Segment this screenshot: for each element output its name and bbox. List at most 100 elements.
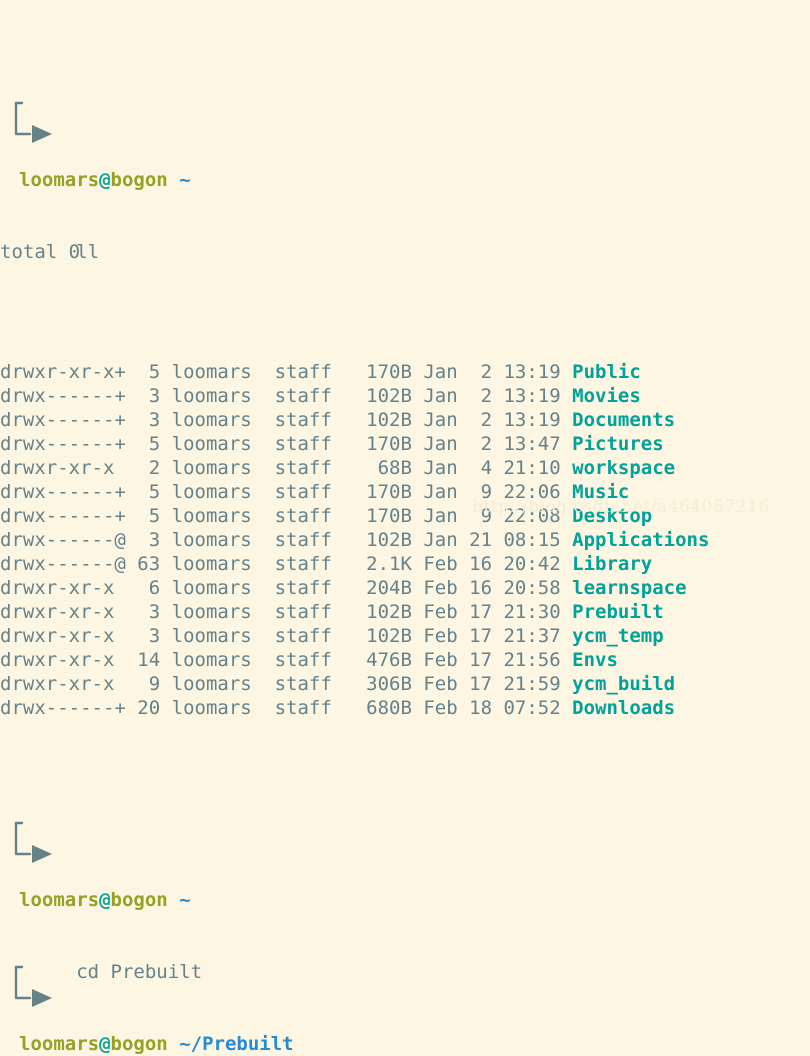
- row-size: 170B: [366, 505, 412, 527]
- listing-row: drwxr-xr-x 6 loomars staff 204B Feb 16 2…: [0, 576, 810, 600]
- row-day: 17: [469, 601, 493, 623]
- prompt-bracket-icon: [14, 965, 52, 1007]
- row-permissions: drwxr-xr-x: [0, 625, 126, 647]
- prompt-line-1: loomars@bogon ~: [0, 168, 810, 192]
- row-group: staff: [274, 673, 332, 695]
- row-size: 170B: [366, 481, 412, 503]
- row-group: staff: [274, 409, 332, 431]
- command-line-1[interactable]: ll: [0, 240, 810, 264]
- row-time: 20:58: [503, 577, 561, 599]
- prompt-path: ~/Prebuilt: [179, 1033, 294, 1055]
- row-group: staff: [274, 481, 332, 503]
- row-directory-name[interactable]: Prebuilt: [572, 601, 664, 623]
- row-directory-name[interactable]: ycm_temp: [572, 625, 664, 647]
- row-month: Feb: [423, 553, 458, 575]
- prompt-at: @: [99, 169, 111, 191]
- row-directory-name[interactable]: Applications: [572, 529, 709, 551]
- row-size: 204B: [366, 577, 412, 599]
- row-permissions: drwxr-xr-x+: [0, 361, 126, 383]
- row-time: 13:19: [503, 361, 561, 383]
- row-group: staff: [274, 577, 332, 599]
- row-directory-name[interactable]: Pictures: [572, 433, 664, 455]
- row-group: staff: [274, 649, 332, 671]
- prompt-host: bogon: [110, 889, 168, 911]
- row-size: 306B: [366, 673, 412, 695]
- row-directory-name[interactable]: Movies: [572, 385, 641, 407]
- row-link-count: 20: [137, 697, 161, 719]
- row-owner: loomars: [171, 673, 252, 695]
- row-month: Feb: [423, 577, 458, 599]
- prompt-bracket-icon: [14, 101, 52, 143]
- row-link-count: 3: [137, 625, 161, 647]
- prompt-at: @: [99, 1033, 111, 1055]
- command-text: ll: [76, 241, 100, 263]
- row-owner: loomars: [171, 409, 252, 431]
- row-group: staff: [274, 553, 332, 575]
- row-directory-name[interactable]: Public: [572, 361, 641, 383]
- row-link-count: 63: [137, 553, 161, 575]
- row-day: 2: [469, 385, 493, 407]
- row-link-count: 9: [137, 673, 161, 695]
- prompt-block-1: loomars@bogon ~ ll: [0, 96, 810, 263]
- row-month: Jan: [423, 433, 458, 455]
- row-day: 21: [469, 529, 493, 551]
- row-permissions: drwx------+: [0, 433, 126, 455]
- row-directory-name[interactable]: Downloads: [572, 697, 675, 719]
- row-time: 08:15: [503, 529, 561, 551]
- row-permissions: drwxr-xr-x: [0, 601, 126, 623]
- row-link-count: 5: [137, 481, 161, 503]
- prompt-at: @: [99, 889, 111, 911]
- row-link-count: 14: [137, 649, 161, 671]
- row-time: 13:19: [503, 409, 561, 431]
- listing-row: drwx------@ 63 loomars staff 2.1K Feb 16…: [0, 552, 810, 576]
- row-time: 13:19: [503, 385, 561, 407]
- row-group: staff: [274, 601, 332, 623]
- row-month: Feb: [423, 649, 458, 671]
- row-directory-name[interactable]: workspace: [572, 457, 675, 479]
- row-link-count: 3: [137, 409, 161, 431]
- row-month: Feb: [423, 625, 458, 647]
- terminal-window[interactable]: loomars@bogon ~ ll total 0 drwxr-xr-x+ 5…: [0, 0, 810, 1055]
- row-month: Jan: [423, 409, 458, 431]
- row-permissions: drwx------@: [0, 529, 126, 551]
- row-size: 68B: [366, 457, 412, 479]
- prompt-block-3: loomars@bogon ~/Prebuilt: [0, 960, 810, 1055]
- row-directory-name[interactable]: Library: [572, 553, 652, 575]
- row-owner: loomars: [171, 625, 252, 647]
- row-time: 21:30: [503, 601, 561, 623]
- row-month: Jan: [423, 361, 458, 383]
- prompt-bracket-icon: [14, 821, 52, 863]
- row-link-count: 5: [137, 361, 161, 383]
- row-owner: loomars: [171, 361, 252, 383]
- row-size: 170B: [366, 361, 412, 383]
- row-group: staff: [274, 505, 332, 527]
- listing-rows: drwxr-xr-x+ 5 loomars staff 170B Jan 2 1…: [0, 360, 810, 720]
- row-directory-name[interactable]: ycm_build: [572, 673, 675, 695]
- row-group: staff: [274, 625, 332, 647]
- row-owner: loomars: [171, 577, 252, 599]
- row-day: 18: [469, 697, 493, 719]
- row-time: 13:47: [503, 433, 561, 455]
- row-size: 102B: [366, 409, 412, 431]
- row-link-count: 3: [137, 385, 161, 407]
- prompt-host: bogon: [110, 1033, 168, 1055]
- row-size: 102B: [366, 529, 412, 551]
- row-time: 21:59: [503, 673, 561, 695]
- row-directory-name[interactable]: Documents: [572, 409, 675, 431]
- row-link-count: 3: [137, 601, 161, 623]
- row-directory-name[interactable]: Envs: [572, 649, 618, 671]
- prompt-path: ~: [179, 889, 191, 911]
- row-month: Jan: [423, 385, 458, 407]
- row-link-count: 3: [137, 529, 161, 551]
- row-day: 2: [469, 409, 493, 431]
- row-directory-name[interactable]: learnspace: [572, 577, 686, 599]
- row-time: 20:42: [503, 553, 561, 575]
- prompt-block-2: loomars@bogon ~ cd Prebuilt: [0, 816, 810, 983]
- row-link-count: 2: [137, 457, 161, 479]
- row-group: staff: [274, 529, 332, 551]
- row-permissions: drwxr-xr-x: [0, 649, 126, 671]
- listing-row: drwx------@ 3 loomars staff 102B Jan 21 …: [0, 528, 810, 552]
- row-owner: loomars: [171, 505, 252, 527]
- row-time: 21:37: [503, 625, 561, 647]
- row-owner: loomars: [171, 457, 252, 479]
